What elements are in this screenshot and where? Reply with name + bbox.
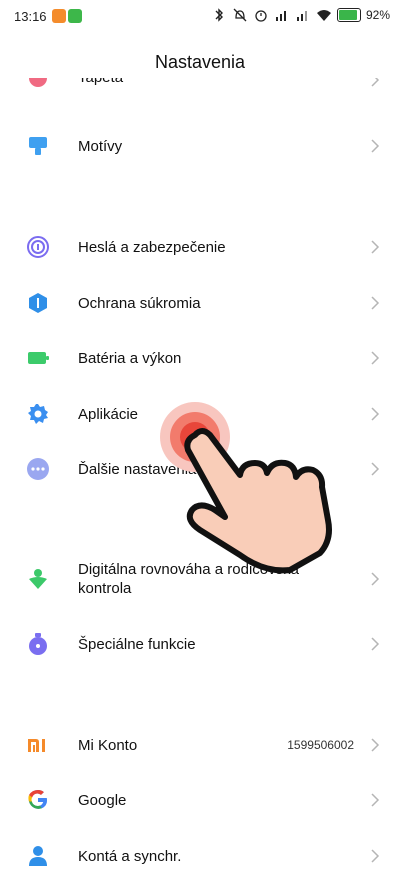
settings-item-label: Kontá a synchr. xyxy=(78,847,182,865)
settings-item-themes[interactable]: Motívy xyxy=(0,119,400,173)
settings-item-label: Batéria a výkon xyxy=(78,349,182,367)
mi-logo-icon xyxy=(26,733,50,757)
mi-account-id: 1599506002 xyxy=(287,738,354,752)
signal-icon-2 xyxy=(296,11,307,21)
alarm-icon xyxy=(255,10,267,22)
page-title: Nastavenia xyxy=(154,52,246,72)
settings-item-privacy[interactable]: Ochrana súkromia xyxy=(0,276,400,330)
settings-item-label: Špeciálne funkcie xyxy=(78,635,196,653)
battery-percent: 92 xyxy=(365,8,380,22)
wifi-icon xyxy=(316,10,331,21)
bluetooth-icon xyxy=(215,8,223,22)
chevron-right-icon xyxy=(371,849,380,863)
wallpaper-icon xyxy=(26,78,50,90)
notification-app-icon xyxy=(52,9,66,23)
settings-item-battery[interactable]: Batéria a výkon xyxy=(0,331,400,385)
themes-icon xyxy=(26,134,50,158)
settings-item-label: Tapeta xyxy=(78,78,123,87)
chevron-right-icon xyxy=(371,240,380,254)
special-features-icon xyxy=(26,632,50,656)
chevron-right-icon xyxy=(371,572,380,586)
settings-item-google[interactable]: Google xyxy=(0,773,400,827)
status-icons: 92% xyxy=(211,8,390,22)
chevron-right-icon xyxy=(371,139,380,153)
chevron-right-icon xyxy=(371,351,380,365)
battery-icon xyxy=(26,346,50,370)
settings-item-label: Mi Konto xyxy=(78,736,138,754)
settings-item-label: Aplikácie xyxy=(78,405,139,423)
settings-item-special-features[interactable]: Špeciálne funkcie xyxy=(0,617,400,671)
battery-percent-suffix: % xyxy=(379,8,390,22)
settings-item-label: Google xyxy=(78,791,127,809)
google-icon xyxy=(26,788,50,812)
settings-item-passwords-security[interactable]: Heslá a zabezpečenie xyxy=(0,220,400,274)
more-dots-icon xyxy=(26,457,50,481)
settings-item-wallpaper[interactable]: Tapeta xyxy=(0,78,400,100)
settings-item-mi-account[interactable]: Mi Konto 1599506002 xyxy=(0,718,400,772)
chevron-right-icon xyxy=(371,296,380,310)
notification-app-icon-2 xyxy=(68,9,82,23)
chevron-right-icon xyxy=(371,78,380,87)
account-icon xyxy=(26,844,50,868)
chevron-right-icon xyxy=(371,637,380,651)
fingerprint-icon xyxy=(26,235,50,259)
settings-item-label: Heslá a zabezpečenie xyxy=(78,238,226,256)
status-bar: 13:16 92% xyxy=(0,0,400,34)
settings-item-accounts-sync[interactable]: Kontá a synchr. xyxy=(0,829,400,883)
chevron-right-icon xyxy=(371,462,380,476)
settings-item-label-line2: kontrola xyxy=(78,580,132,597)
pointing-hand-icon xyxy=(184,428,332,574)
signal-icon xyxy=(275,11,286,21)
settings-item-label: Motívy xyxy=(78,137,123,155)
privacy-shield-icon xyxy=(26,291,50,315)
chevron-right-icon xyxy=(371,407,380,421)
mute-bell-icon xyxy=(233,8,247,22)
digital-wellbeing-icon xyxy=(26,567,50,591)
status-time: 13:16 xyxy=(14,9,47,24)
gear-icon xyxy=(26,402,50,426)
battery-status-icon xyxy=(336,8,361,22)
chevron-right-icon xyxy=(371,738,380,752)
chevron-right-icon xyxy=(371,793,380,807)
settings-item-label: Ochrana súkromia xyxy=(78,294,201,312)
